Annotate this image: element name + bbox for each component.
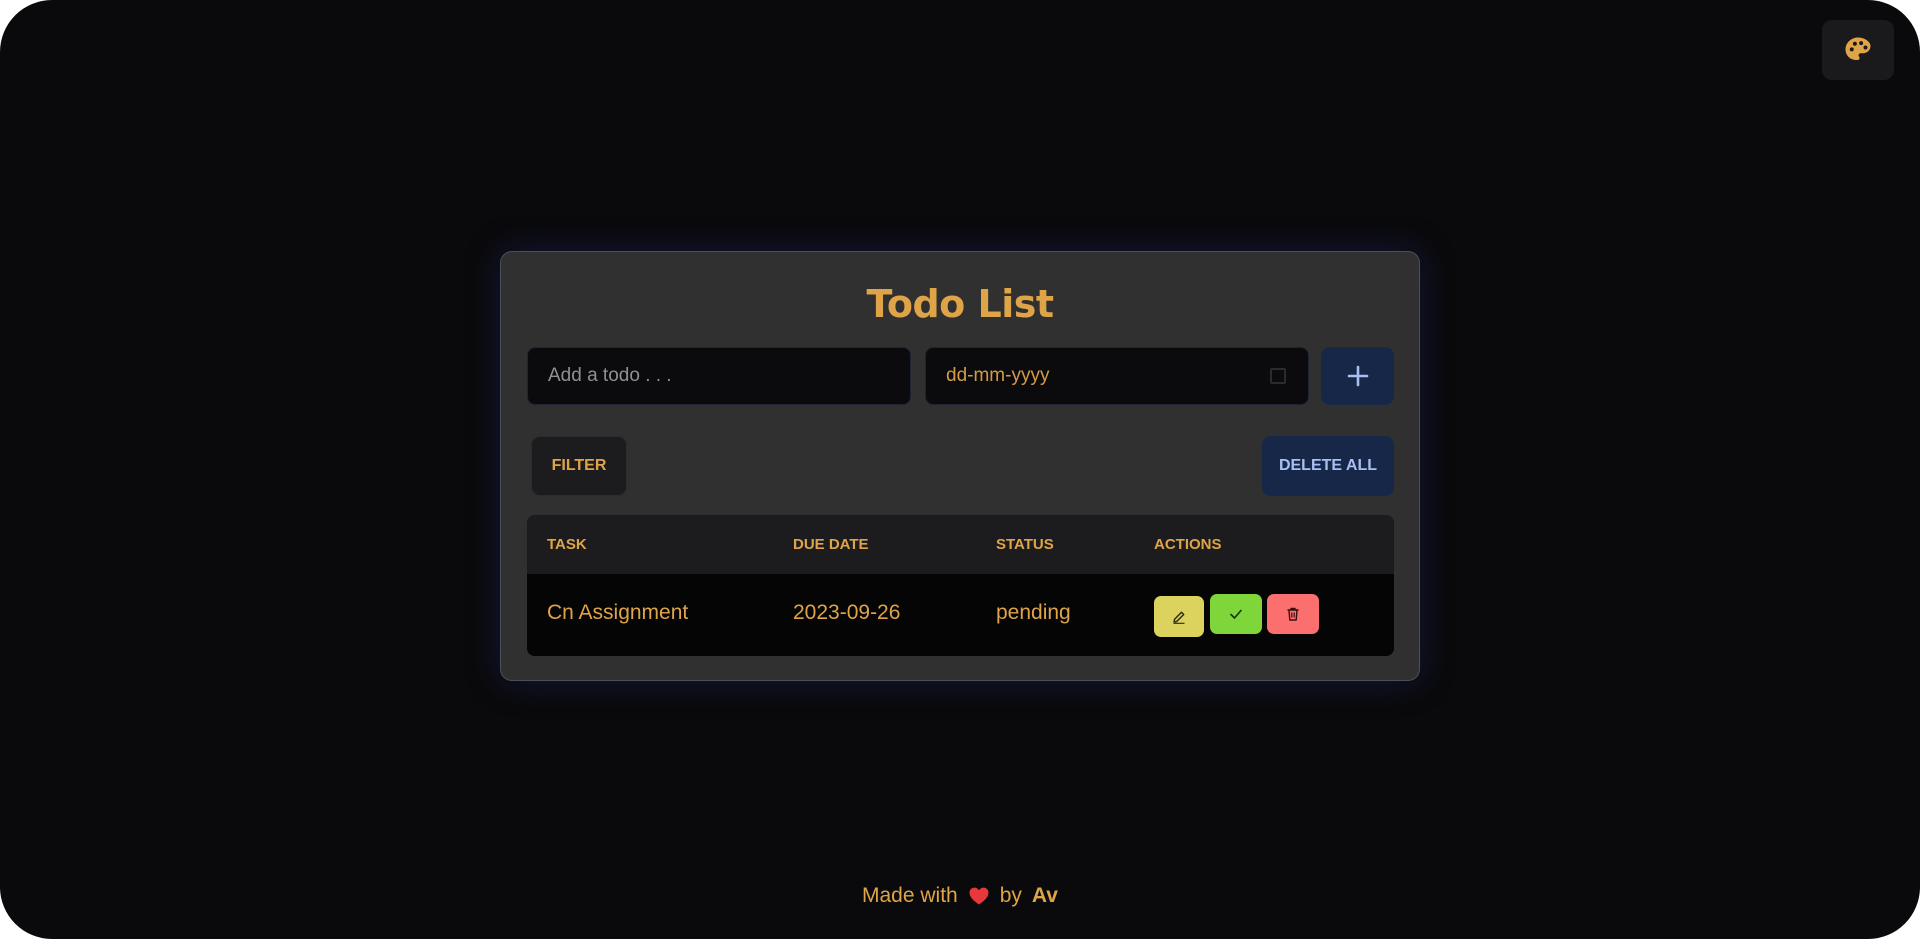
app-screen: Todo List Add a todo . . . dd-mm-yyyy FI… (0, 0, 1920, 939)
todo-input-placeholder: Add a todo . . . (548, 365, 672, 386)
edit-button[interactable] (1154, 596, 1204, 637)
due-date-placeholder: dd-mm-yyyy (946, 365, 1050, 386)
due-date-cell: 2023-09-26 (793, 601, 901, 624)
due-date-input[interactable]: dd-mm-yyyy (925, 347, 1309, 405)
pencil-icon (1173, 611, 1185, 624)
plus-icon (1347, 365, 1368, 387)
add-todo-button[interactable] (1321, 347, 1394, 405)
column-header-actions: ACTIONS (1154, 536, 1222, 553)
complete-button[interactable] (1210, 594, 1262, 634)
footer: Made with by Av (0, 884, 1920, 908)
delete-all-button[interactable]: DELETE ALL (1262, 436, 1394, 496)
column-header-status: STATUS (996, 536, 1054, 553)
table-header: TASK DUE DATE STATUS ACTIONS (527, 515, 1394, 574)
todo-table: TASK DUE DATE STATUS ACTIONS Cn Assignme… (527, 515, 1394, 656)
page-title: Todo List (866, 282, 1054, 326)
heart-icon (969, 887, 989, 905)
theme-toggle-button[interactable] (1822, 20, 1894, 80)
filter-button[interactable]: FILTER (531, 436, 627, 496)
trash-icon (1287, 607, 1299, 621)
footer-by: by (999, 884, 1022, 907)
calendar-icon[interactable] (1270, 368, 1286, 384)
footer-author: Av (1031, 884, 1058, 907)
check-icon (1230, 609, 1242, 619)
table-row: Cn Assignment 2023-09-26 pending (527, 574, 1394, 656)
todo-card: Todo List Add a todo . . . dd-mm-yyyy FI… (500, 251, 1420, 681)
todo-input[interactable]: Add a todo . . . (527, 347, 911, 405)
status-cell: pending (996, 601, 1071, 624)
footer-made-with: Made with (862, 884, 958, 907)
palette-icon (1845, 37, 1871, 60)
column-header-due-date: DUE DATE (793, 536, 869, 553)
column-header-task: TASK (547, 536, 587, 553)
delete-button[interactable] (1267, 594, 1319, 634)
task-cell: Cn Assignment (547, 601, 689, 624)
